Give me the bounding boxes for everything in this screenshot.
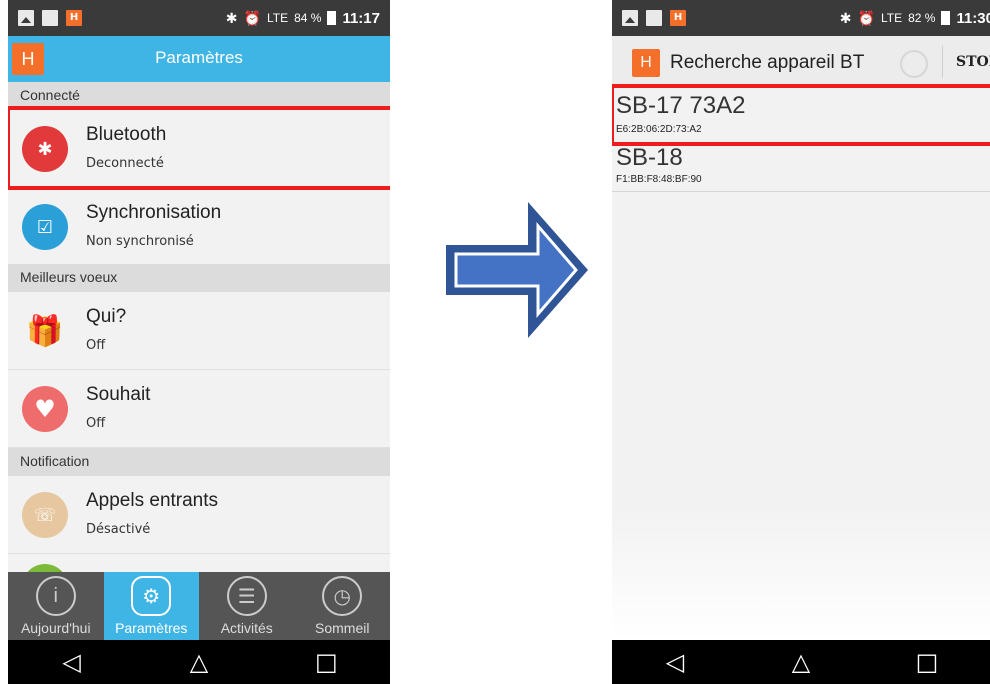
bottom-nav: i Aujourd'hui ⚙ Paramètres ☰ Activités ◷…: [8, 572, 390, 640]
page-title: Recherche appareil BT: [670, 52, 865, 73]
arrow-right-icon: [446, 202, 588, 338]
divider: [942, 46, 943, 78]
recent-apps-icon[interactable]: □: [306, 648, 346, 676]
page-title: Paramètres: [155, 48, 243, 67]
info-icon: i: [35, 576, 76, 616]
item-label: Qui?: [86, 306, 127, 327]
highlight-box: [612, 84, 990, 146]
status-bar: H ✱ ⏰ LTE 82 % 11:30: [612, 0, 990, 36]
device-mac: F1:BB:F8:48:BF:90: [616, 174, 702, 185]
notification-icon: [42, 10, 58, 26]
heart-icon: ♥: [22, 386, 68, 432]
clock: 11:30: [956, 9, 990, 27]
section-header-notification: Notification: [8, 448, 390, 476]
notification-icon: [646, 10, 662, 26]
nav-tab-sommeil[interactable]: ◷ Sommeil: [295, 572, 391, 640]
item-label: Appels entrants: [86, 490, 219, 511]
app-notification-icon: H: [66, 10, 82, 26]
battery-percent: 82 %: [908, 11, 936, 25]
highlight-box: [8, 106, 390, 190]
clock-icon: ◷: [322, 576, 363, 616]
back-icon[interactable]: ◁: [655, 648, 695, 676]
loading-spinner: [900, 50, 928, 78]
nav-label: Activités: [220, 620, 273, 636]
stop-button[interactable]: STOP: [956, 54, 990, 70]
item-status: Désactivé: [86, 522, 151, 537]
item-status: Off: [86, 338, 106, 353]
settings-gear-icon: ⚙: [131, 576, 172, 616]
incoming-call-icon: ☏: [22, 492, 68, 538]
settings-item-partial[interactable]: [8, 554, 390, 610]
back-icon[interactable]: ◁: [52, 648, 92, 676]
app-notification-icon: H: [670, 10, 686, 26]
home-icon[interactable]: △: [179, 648, 219, 676]
item-status: Non synchronisé: [86, 234, 194, 249]
settings-screen: H ✱ ⏰ LTE 84 % 11:17 H Paramètres Connec…: [8, 0, 390, 684]
settings-item-souhait[interactable]: ♥ Souhait Off: [8, 370, 390, 448]
clock: 11:17: [342, 9, 380, 27]
network-indicator: LTE: [880, 11, 903, 25]
gift-icon: 🎁: [26, 313, 64, 349]
nav-tab-aujourdhui[interactable]: i Aujourd'hui: [8, 572, 104, 640]
item-label: Synchronisation: [86, 202, 222, 223]
bluetooth-status-icon: ✱: [839, 9, 852, 26]
device-list-item[interactable]: SB-18 F1:BB:F8:48:BF:90: [612, 144, 990, 192]
gallery-notification-icon: [622, 10, 638, 26]
nav-label: Paramètres: [115, 620, 188, 636]
status-bar: H ✱ ⏰ LTE 84 % 11:17: [8, 0, 390, 36]
sync-icon: ☑: [22, 204, 68, 250]
battery-icon: [327, 11, 337, 25]
alarm-icon: ⏰: [243, 9, 261, 26]
list-icon: ☰: [226, 576, 267, 616]
settings-item-qui[interactable]: 🎁 Qui? Off: [8, 292, 390, 370]
gallery-notification-icon: [18, 10, 34, 26]
battery-percent: 84 %: [294, 11, 322, 25]
home-icon[interactable]: △: [781, 648, 821, 676]
nav-tab-activites[interactable]: ☰ Activités: [199, 572, 295, 640]
device-list-empty-area: [612, 192, 990, 640]
section-header-meilleurs-voeux: Meilleurs voeux: [8, 264, 390, 292]
bluetooth-status-icon: ✱: [225, 9, 238, 26]
app-bar: H Paramètres: [8, 36, 390, 82]
nav-label: Aujourd'hui: [20, 620, 91, 636]
system-nav-bar: ◁ △ □: [612, 640, 990, 684]
settings-item-appels-entrants[interactable]: ☏ Appels entrants Désactivé: [8, 476, 390, 554]
bt-search-screen: H ✱ ⏰ LTE 82 % 11:30 H Recherche apparei…: [612, 0, 990, 684]
app-bar: H Recherche appareil BT STOP: [612, 36, 990, 88]
battery-icon: [941, 11, 951, 25]
item-status: Off: [86, 416, 106, 431]
settings-item-synchronisation[interactable]: ☑ Synchronisation Non synchronisé: [8, 188, 390, 266]
device-name: SB-18: [616, 144, 683, 171]
alarm-icon: ⏰: [857, 9, 875, 26]
recent-apps-icon[interactable]: □: [907, 648, 947, 676]
nav-label: Sommeil: [315, 620, 370, 636]
network-indicator: LTE: [266, 11, 289, 25]
app-logo[interactable]: H: [632, 49, 660, 77]
nav-tab-parametres[interactable]: ⚙ Paramètres: [103, 572, 199, 640]
item-label: Souhait: [86, 384, 151, 405]
system-nav-bar: ◁ △ □: [8, 640, 390, 684]
